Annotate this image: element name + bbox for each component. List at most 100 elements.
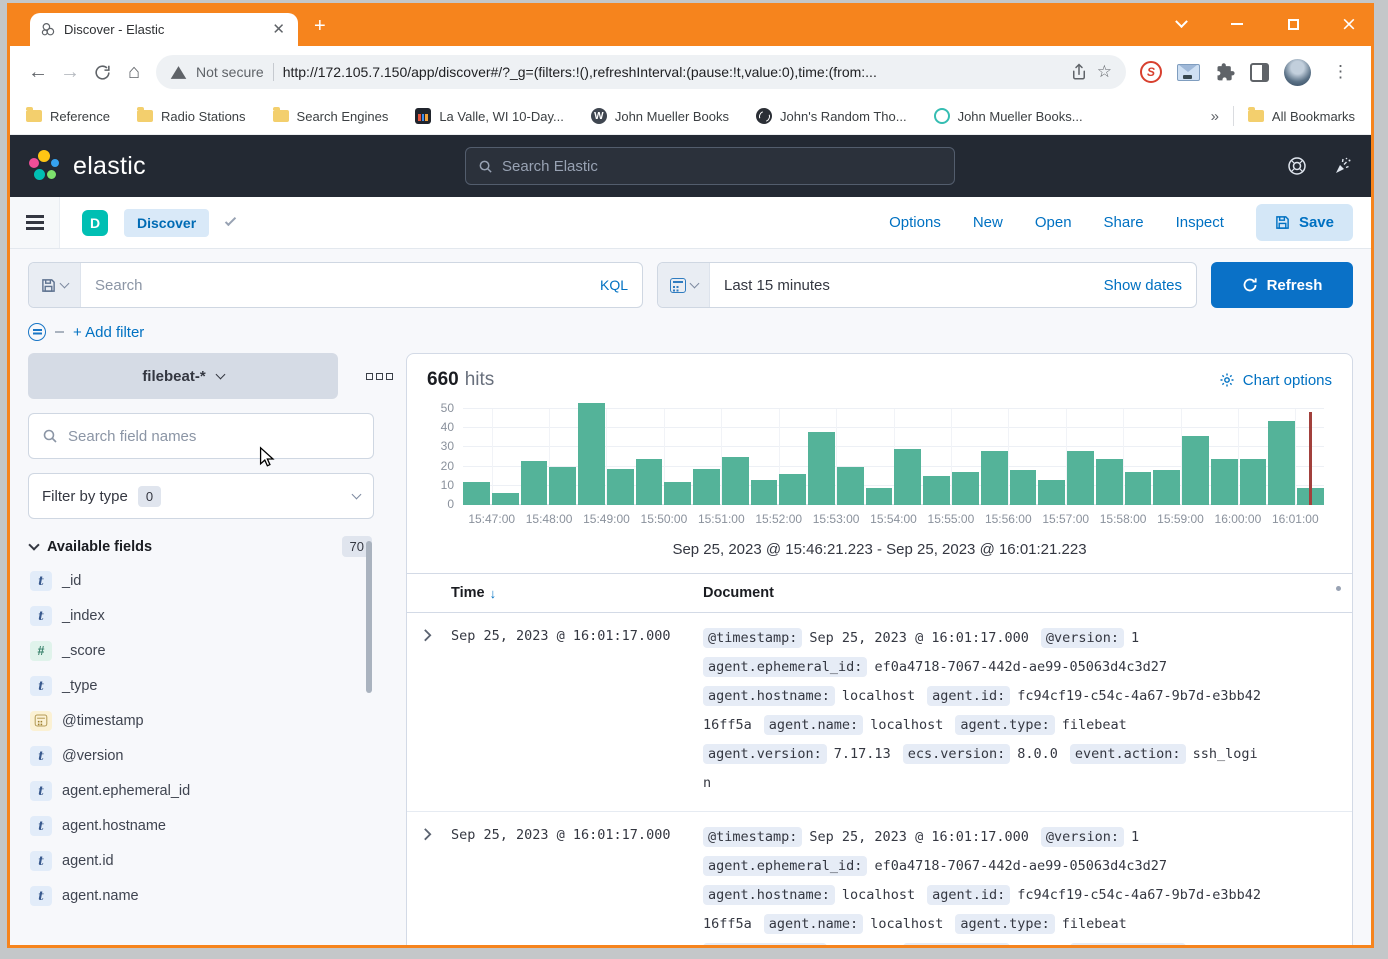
bookmark-item[interactable]: John Mueller Books... — [934, 108, 1083, 124]
forward-icon[interactable]: → — [54, 56, 86, 88]
kql-label[interactable]: KQL — [600, 277, 628, 293]
field-list-item[interactable]: t_index — [28, 598, 374, 633]
field-list-item[interactable]: @timestamp — [28, 703, 374, 738]
browser-tab[interactable]: Discover - Elastic ✕ — [30, 13, 298, 46]
histogram-bar[interactable] — [1268, 421, 1295, 505]
menu-hamburger-icon[interactable] — [10, 197, 60, 248]
bookmark-item[interactable]: La Valle, WI 10-Day... — [415, 108, 564, 124]
elastic-logo[interactable] — [28, 149, 62, 183]
browser-menu-icon[interactable]: ⋮ — [1326, 62, 1355, 82]
close-icon[interactable]: × — [1341, 16, 1357, 32]
histogram-bar[interactable] — [923, 476, 950, 505]
profile-avatar[interactable] — [1284, 59, 1311, 86]
extension-s-icon[interactable]: S — [1140, 61, 1162, 83]
global-search-input[interactable]: Search Elastic — [465, 147, 955, 185]
sort-descending-icon[interactable]: ↓ — [490, 586, 497, 601]
back-icon[interactable]: ← — [22, 56, 54, 88]
histogram-bar[interactable] — [1182, 436, 1209, 505]
histogram-bar[interactable] — [578, 403, 605, 505]
time-range-picker[interactable]: Last 15 minutes Show dates — [657, 262, 1197, 308]
bookmark-item[interactable]: Radio Stations — [137, 109, 246, 124]
field-list-item[interactable]: #_score — [28, 633, 374, 668]
histogram-bar[interactable] — [751, 480, 778, 505]
saved-query-menu-button[interactable] — [29, 263, 81, 307]
home-icon[interactable]: ⌂ — [118, 56, 150, 88]
date-quick-menu-button[interactable] — [658, 263, 710, 307]
reload-icon[interactable] — [86, 56, 118, 88]
histogram-bar[interactable] — [1211, 459, 1238, 505]
histogram-bar[interactable] — [808, 432, 835, 505]
histogram-bar[interactable] — [1153, 470, 1180, 505]
bookmark-item[interactable]: John's Random Tho... — [756, 108, 907, 124]
inspect-link[interactable]: Inspect — [1176, 214, 1224, 231]
filter-by-type-select[interactable]: Filter by type 0 — [28, 473, 374, 519]
histogram-bar[interactable] — [549, 467, 576, 505]
bookmark-item[interactable]: Search Engines — [273, 109, 389, 124]
field-search-input[interactable]: Search field names — [28, 413, 374, 459]
histogram-bar[interactable] — [981, 451, 1008, 505]
histogram-bar[interactable] — [693, 469, 720, 505]
field-statistics-icon[interactable] — [366, 373, 393, 380]
expand-row-icon[interactable] — [407, 624, 451, 798]
window-menu-icon[interactable] — [1173, 16, 1189, 32]
newsfeed-icon[interactable] — [1333, 156, 1353, 176]
histogram-bar[interactable] — [722, 457, 749, 505]
save-button[interactable]: Save — [1256, 204, 1353, 241]
available-fields-header[interactable]: Available fields 70 — [28, 536, 374, 557]
field-list-item[interactable]: t_type — [28, 668, 374, 703]
histogram-bar[interactable] — [492, 493, 519, 505]
histogram-bar[interactable] — [636, 459, 663, 505]
options-link[interactable]: Options — [889, 214, 941, 231]
histogram-bar[interactable] — [1096, 459, 1123, 505]
app-badge[interactable]: D — [82, 210, 108, 236]
open-link[interactable]: Open — [1035, 214, 1072, 231]
index-pattern-selector[interactable]: filebeat-* — [28, 353, 338, 399]
side-panel-icon[interactable] — [1250, 63, 1269, 82]
histogram-bar[interactable] — [463, 482, 490, 505]
time-column-header[interactable]: Time ↓ — [451, 585, 703, 601]
maximize-icon[interactable] — [1285, 16, 1301, 32]
field-list-item[interactable]: t@version — [28, 738, 374, 773]
breadcrumb[interactable]: Discover — [124, 209, 209, 237]
all-bookmarks-button[interactable]: All Bookmarks — [1248, 109, 1355, 124]
field-list-item[interactable]: tagent.id — [28, 843, 374, 878]
histogram-bar[interactable] — [866, 488, 893, 505]
histogram-bar[interactable] — [837, 467, 864, 505]
minimize-icon[interactable] — [1229, 16, 1245, 32]
histogram-bar[interactable] — [1125, 472, 1152, 505]
bookmark-item[interactable]: WJohn Mueller Books — [591, 108, 729, 124]
field-list-item[interactable]: t_id — [28, 563, 374, 598]
new-tab-button[interactable]: + — [314, 15, 326, 38]
bookmark-item[interactable]: Reference — [26, 109, 110, 124]
filter-icon[interactable] — [28, 323, 46, 341]
extensions-puzzle-icon[interactable] — [1215, 62, 1235, 82]
histogram-bar[interactable] — [1240, 459, 1267, 505]
url-bar[interactable]: Not secure http://172.105.7.150/app/disc… — [156, 55, 1126, 89]
field-list-item[interactable]: tagent.name — [28, 878, 374, 913]
sidebar-scrollbar-thumb[interactable] — [366, 541, 372, 693]
expand-row-icon[interactable] — [407, 823, 451, 945]
share-icon[interactable] — [1070, 63, 1088, 81]
extension-mail-icon[interactable] — [1177, 64, 1200, 81]
add-filter-link[interactable]: + Add filter — [73, 324, 144, 341]
share-link[interactable]: Share — [1104, 214, 1144, 231]
histogram-bar[interactable] — [779, 474, 806, 505]
new-link[interactable]: New — [973, 214, 1003, 231]
bookmark-star-icon[interactable]: ☆ — [1097, 62, 1112, 82]
histogram-bar[interactable] — [1010, 470, 1037, 505]
query-input[interactable]: Search KQL — [28, 262, 643, 308]
help-icon[interactable] — [1287, 156, 1307, 176]
histogram-bar[interactable] — [952, 472, 979, 505]
table-scrollbar-dot[interactable] — [1336, 586, 1341, 591]
histogram-bar[interactable] — [664, 482, 691, 505]
field-list-item[interactable]: tagent.ephemeral_id — [28, 773, 374, 808]
histogram-bar[interactable] — [1038, 480, 1065, 505]
time-range-value[interactable]: Last 15 minutes — [724, 277, 1104, 294]
histogram-bar[interactable] — [894, 449, 921, 505]
chart-options-button[interactable]: Chart options — [1219, 372, 1332, 389]
histogram-bar[interactable] — [521, 461, 548, 505]
histogram-bar[interactable] — [1067, 451, 1094, 505]
histogram-chart[interactable]: 01020304050 — [463, 409, 1324, 505]
bookmarks-overflow-icon[interactable]: » — [1211, 108, 1219, 125]
tab-close-icon[interactable]: ✕ — [269, 22, 288, 37]
